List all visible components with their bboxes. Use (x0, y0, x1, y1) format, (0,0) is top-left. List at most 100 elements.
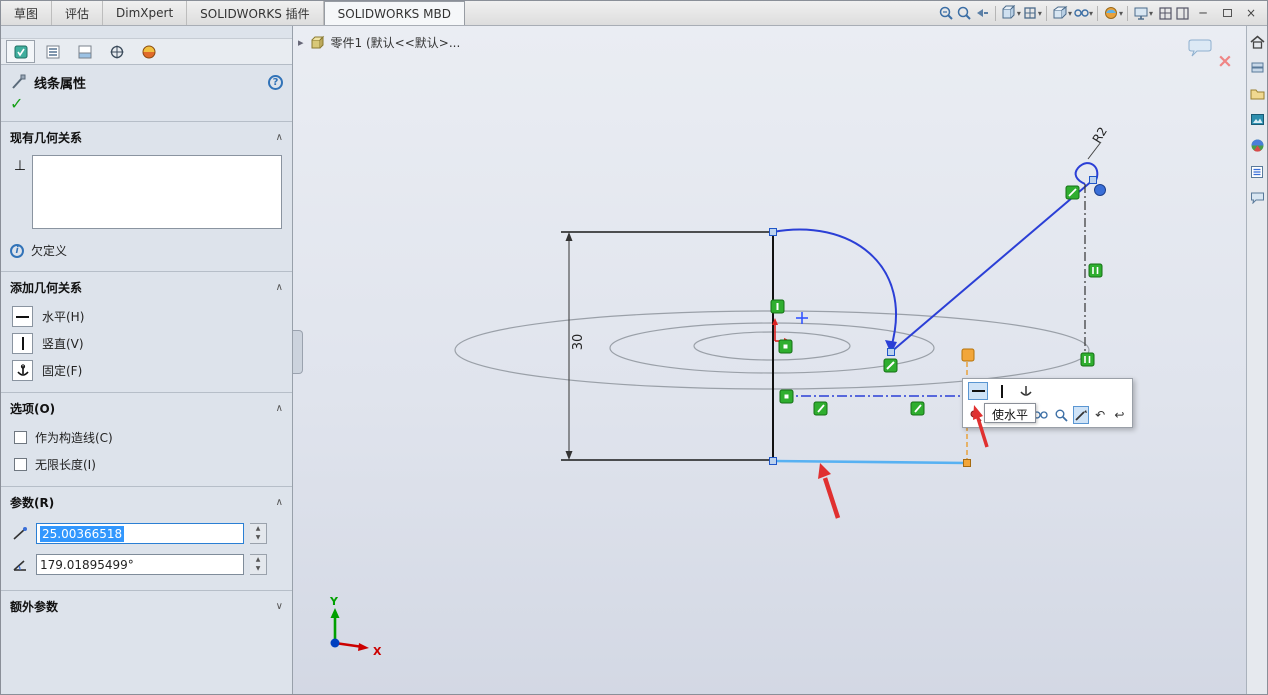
undo-icon[interactable]: ↶ (1093, 406, 1108, 424)
endpoint-marker[interactable] (887, 348, 895, 356)
endpoint-marker[interactable] (1089, 176, 1097, 184)
sketch-line-diagonal[interactable] (890, 179, 1094, 353)
relation-badge-coincident-orange[interactable] (961, 348, 975, 362)
collapse-chevron-icon[interactable]: ∧ (276, 497, 283, 508)
flyout-feature-tree[interactable]: ▸ 零件1 (默认<<默认>... (298, 34, 460, 51)
section-add-relations[interactable]: 添加几何关系 ∧ (1, 271, 292, 303)
expand-chevron-icon[interactable]: ∨ (276, 601, 283, 612)
previous-view-icon[interactable] (973, 3, 991, 23)
section-view-icon[interactable] (1000, 3, 1018, 23)
section-parameters[interactable]: 参数(R) ∧ (1, 486, 292, 518)
angle-input[interactable]: 179.01895499° (36, 554, 244, 575)
for-construction-checkbox[interactable] (14, 431, 27, 444)
sketch-arc[interactable] (772, 228, 897, 349)
length-input[interactable]: 25.00366518 (36, 523, 244, 544)
magnifier-icon[interactable] (1053, 406, 1069, 424)
relation-badge-coincident[interactable] (778, 339, 793, 354)
view-settings-icon[interactable] (1132, 3, 1150, 23)
section-options[interactable]: 选项(O) ∧ (1, 392, 292, 424)
relation-badge-vertical[interactable] (770, 299, 785, 314)
relation-badge-parallel[interactable] (813, 401, 828, 416)
make-vertical-item[interactable]: 竖直(V) (1, 330, 292, 357)
help-icon[interactable]: ? (268, 75, 283, 90)
sketch-edit-icon[interactable] (1073, 406, 1089, 424)
existing-relations-body: ⊥ (1, 153, 292, 233)
make-horizontal-item[interactable]: 水平(H) (1, 303, 292, 330)
section-extra-parameters[interactable]: 额外参数 ∨ (1, 590, 292, 622)
solidworks-window: 草图 评估 DimXpert SOLIDWORKS 插件 SOLIDWORKS … (0, 0, 1268, 695)
dropdown-arrow-icon[interactable]: ▾ (1089, 9, 1093, 18)
tab-mbd[interactable]: SOLIDWORKS MBD (323, 1, 465, 25)
exit-icon[interactable]: ↩ (1112, 406, 1127, 424)
dimension-r2-label[interactable]: R2 (1090, 125, 1110, 146)
forum-icon[interactable] (1249, 189, 1266, 206)
sketch-canvas[interactable]: 30 R2 Y X (293, 26, 1246, 695)
tab-evaluate[interactable]: 评估 (52, 1, 104, 25)
make-fix-icon[interactable] (1016, 382, 1036, 400)
panes-icon[interactable] (1174, 3, 1191, 23)
infinite-length-checkbox[interactable] (14, 458, 27, 471)
endpoint-marker[interactable] (769, 457, 777, 465)
pin-icon[interactable] (968, 406, 983, 424)
collapse-chevron-icon[interactable]: ∧ (276, 403, 283, 414)
quick-tip-close-icon[interactable]: × (1217, 52, 1233, 71)
dimxpertmanager-tab[interactable] (102, 40, 131, 63)
zoom-area-icon[interactable] (955, 3, 973, 23)
section-existing-relations[interactable]: 现有几何关系 ∧ (1, 121, 292, 153)
dropdown-arrow-icon[interactable]: ▾ (1119, 9, 1123, 18)
accept-button[interactable]: ✓ (1, 94, 292, 121)
collapse-chevron-icon[interactable]: ∧ (276, 282, 283, 293)
quick-tip-bubble-icon[interactable] (1187, 39, 1213, 62)
angle-spinner[interactable]: ▲ ▼ (250, 554, 267, 575)
home-icon[interactable] (1249, 33, 1266, 50)
dimension-arrow-bottom (565, 451, 573, 460)
design-library-icon[interactable] (1249, 59, 1266, 76)
options-grid-icon[interactable] (1157, 3, 1174, 23)
close-button[interactable]: × (1239, 3, 1263, 23)
relations-listbox[interactable] (32, 155, 282, 229)
make-horizontal-icon[interactable] (968, 382, 988, 400)
dimension-30-label[interactable]: 30 (571, 334, 586, 351)
custom-properties-icon[interactable] (1249, 163, 1266, 180)
relation-badge-tangent[interactable] (1065, 185, 1080, 200)
restore-button[interactable] (1215, 3, 1239, 23)
dropdown-arrow-icon[interactable]: ▾ (1149, 9, 1153, 18)
infinite-length-row[interactable]: 无限长度(I) (1, 451, 292, 478)
tab-dimxpert[interactable]: DimXpert (103, 1, 188, 25)
point-marker-plus[interactable] (796, 312, 808, 324)
file-explorer-icon[interactable] (1249, 85, 1266, 102)
tab-sketch[interactable]: 草图 (1, 1, 53, 25)
relation-badge-tangent[interactable] (883, 358, 898, 373)
featuremanager-tab[interactable] (38, 40, 67, 63)
view-palette-icon[interactable] (1249, 111, 1266, 128)
display-style-icon[interactable] (1051, 3, 1069, 23)
view-orientation-icon[interactable] (1021, 3, 1039, 23)
relation-badge-coincident[interactable] (779, 389, 794, 404)
dropdown-arrow-icon[interactable]: ▾ (1038, 9, 1042, 18)
tree-expand-icon[interactable]: ▸ (298, 36, 304, 49)
zoom-fit-icon[interactable] (937, 3, 955, 23)
make-vertical-icon[interactable] (992, 382, 1012, 400)
tab-addins[interactable]: SOLIDWORKS 插件 (187, 1, 324, 25)
view-toolbar: ▾ ▾ ▾ ▾ ▾ ▾ (937, 1, 1157, 25)
minimize-button[interactable]: ─ (1191, 3, 1215, 23)
length-spinner[interactable]: ▲ ▼ (250, 523, 267, 544)
configurationmanager-tab[interactable] (70, 40, 99, 63)
endpoint-marker[interactable] (769, 228, 777, 236)
relation-badge-parallel[interactable] (1080, 352, 1095, 367)
graphics-area[interactable]: ▸ 零件1 (默认<<默认>... 30 R2 Y X ↶ ↩ 使水平 × (293, 26, 1246, 695)
endpoint-marker-coincident[interactable] (963, 459, 971, 467)
propertymanager-tab[interactable] (6, 40, 35, 63)
panel-splitter-grip[interactable] (293, 330, 303, 374)
make-fix-item[interactable]: 固定(F) (1, 357, 292, 384)
relation-badge-point[interactable] (1094, 184, 1106, 196)
displaymanager-tab[interactable] (134, 40, 163, 63)
selected-sketch-line[interactable] (772, 459, 968, 465)
hide-show-items-icon[interactable] (1072, 3, 1090, 23)
relation-badge-parallel[interactable] (1088, 263, 1103, 278)
collapse-chevron-icon[interactable]: ∧ (276, 132, 283, 143)
relation-badge-parallel[interactable] (910, 401, 925, 416)
appearances-icon[interactable] (1249, 137, 1266, 154)
for-construction-row[interactable]: 作为构造线(C) (1, 424, 292, 451)
edit-appearance-icon[interactable] (1102, 3, 1120, 23)
